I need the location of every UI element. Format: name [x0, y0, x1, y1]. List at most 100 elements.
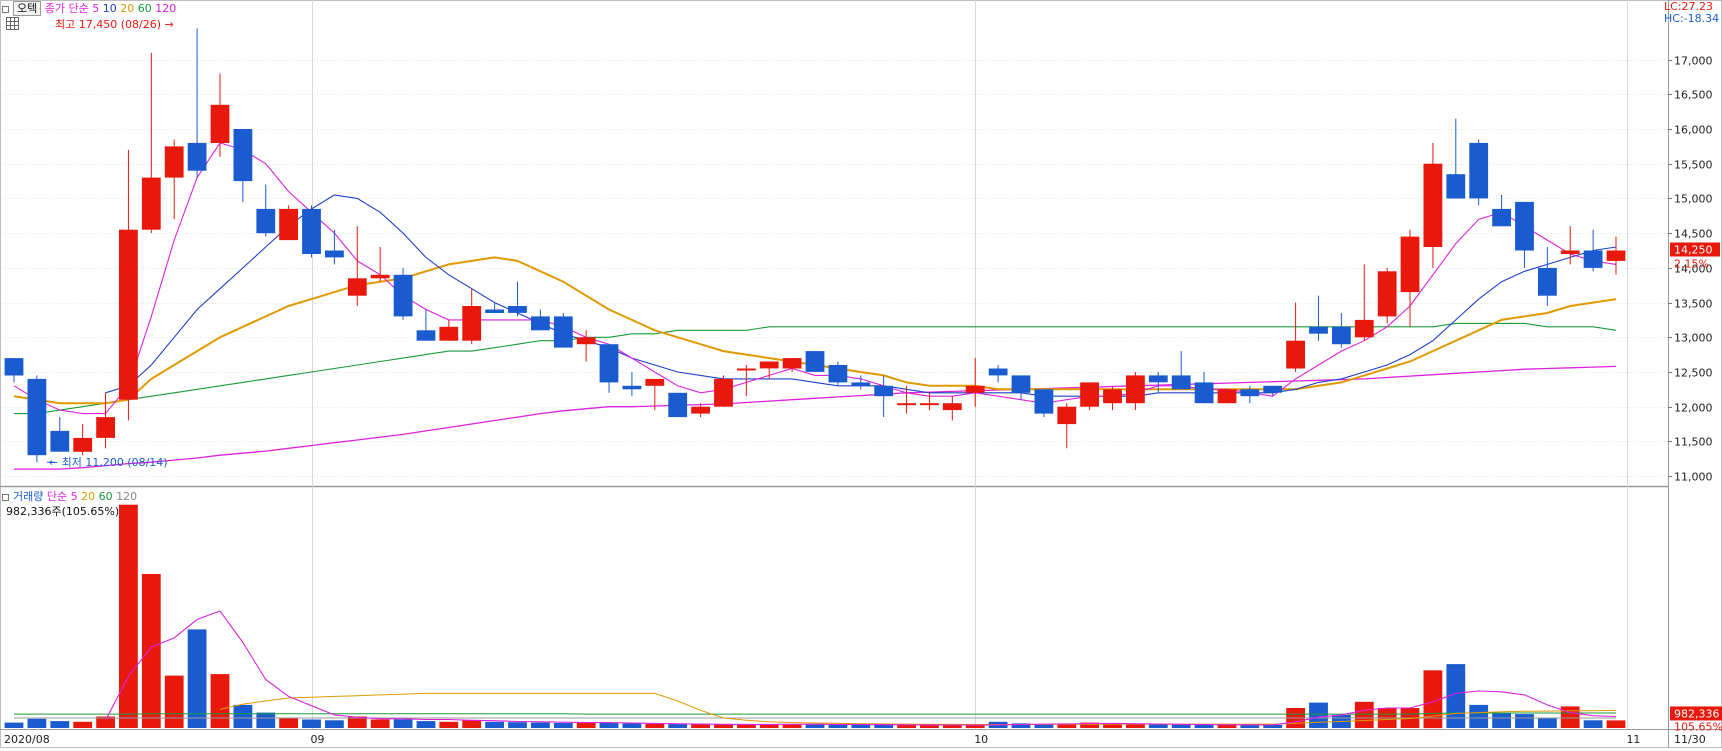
- x-tick-label: 11: [1626, 733, 1640, 746]
- x-tick-label: 2020/08: [4, 733, 50, 746]
- price-tick-label: 16,500: [1674, 89, 1713, 102]
- price-legend-period-120[interactable]: 120: [155, 2, 176, 15]
- volume-bar: [325, 720, 344, 728]
- price-candle-body: [828, 365, 848, 383]
- price-candle-body: [988, 368, 1008, 376]
- volume-legend: 거래량 단순 5 20 60 120: [2, 488, 137, 504]
- price-candle-body: [1583, 250, 1603, 268]
- volume-bar: [233, 704, 253, 728]
- price-candle-body: [622, 385, 642, 390]
- volume-bar: [1515, 714, 1534, 728]
- volume-bar: [599, 722, 619, 728]
- hc-label: HC:-18.34: [1664, 12, 1720, 25]
- price-candle-body: [96, 417, 115, 438]
- volume-bar: [553, 723, 573, 728]
- price-tick-label: 11,500: [1674, 436, 1713, 449]
- stock-name-button[interactable]: 오텍: [13, 1, 42, 16]
- volume-legend-name[interactable]: 거래량: [13, 490, 43, 503]
- price-candle-body: [1011, 375, 1031, 393]
- price-candle-body: [1148, 375, 1168, 383]
- x-tick-label: 11/30: [1674, 733, 1706, 746]
- price-tick-label: 14,500: [1674, 228, 1713, 241]
- volume-bar: [645, 723, 665, 728]
- volume-bar: [439, 721, 459, 728]
- current-change-text: 2.15%: [1674, 258, 1709, 271]
- price-candle-body: [1309, 326, 1328, 334]
- price-candle-body: [1606, 250, 1626, 261]
- price-tick-label: 13,500: [1674, 298, 1713, 311]
- stock-chart[interactable]: 17,000 16,500 16,000 15,500 15,000 14,500 14,0…: [0, 0, 1722, 748]
- price-legend-period-5[interactable]: 5: [92, 2, 99, 15]
- volume-bar: [1148, 724, 1168, 728]
- volume-bar: [920, 725, 939, 728]
- price-candle-body: [119, 229, 138, 400]
- price-candle-body: [50, 430, 70, 452]
- price-tick-label: 17,000: [1674, 55, 1713, 68]
- current-volume-pct-text: 105.65%: [1674, 720, 1722, 733]
- price-tick-label: 15,500: [1674, 159, 1713, 172]
- low-annotation-text: ← 최저 11,200 (08/14): [49, 456, 168, 469]
- price-candle-body: [508, 306, 527, 313]
- volume-bar: [874, 724, 894, 728]
- volume-bar: [4, 722, 24, 728]
- volume-bar: [1217, 724, 1237, 728]
- price-candle-body: [256, 208, 276, 234]
- volume-bar: [1240, 725, 1260, 728]
- price-candle-body: [1103, 389, 1122, 404]
- volume-bar: [210, 674, 230, 728]
- price-candle-body: [416, 330, 436, 341]
- price-candle-body: [1377, 271, 1397, 317]
- volume-bar: [668, 724, 688, 728]
- volume-legend-period-60[interactable]: 60: [99, 490, 113, 503]
- price-candle-body: [325, 250, 344, 258]
- right-arrow-icon: →: [164, 18, 174, 31]
- volume-bar: [1560, 706, 1580, 728]
- volume-bar: [141, 574, 161, 728]
- price-candle-body: [1240, 389, 1260, 397]
- price-legend-period-10[interactable]: 10: [103, 2, 117, 15]
- volume-legend-period-5[interactable]: 5: [71, 490, 78, 503]
- price-candle-body: [920, 403, 939, 406]
- price-candle-body: [141, 177, 161, 230]
- price-candle-body: [1080, 382, 1099, 407]
- price-candle-body: [1400, 236, 1420, 293]
- volume-bar: [1538, 718, 1557, 728]
- volume-bar: [576, 723, 596, 728]
- price-tick-label: 11,000: [1674, 471, 1713, 484]
- current-volume-text: 982,336: [1674, 707, 1720, 720]
- volume-bar: [1171, 724, 1191, 728]
- stock-chart-svg[interactable]: 17,00016,50016,00015,50015,00014,50014,0…: [0, 0, 1722, 748]
- price-legend-period-20[interactable]: 20: [120, 2, 134, 15]
- volume-legend-period-20[interactable]: 20: [81, 490, 95, 503]
- price-candle-body: [737, 368, 756, 371]
- grid-toggle-icon[interactable]: [6, 17, 19, 33]
- volume-bar: [508, 722, 527, 728]
- price-legend-period-60[interactable]: 60: [138, 2, 152, 15]
- price-legend: 오텍 종가 단순 5 10 20 60 120: [2, 0, 176, 16]
- price-candle-body: [393, 274, 413, 317]
- price-candle-body: [370, 274, 390, 279]
- price-candle-body: [1286, 340, 1305, 369]
- volume-annotation: 982,336주(105.65%): [6, 505, 120, 518]
- volume-bar: [119, 504, 138, 728]
- volume-bar: [1194, 724, 1214, 728]
- volume-legend-ma-kind: 단순: [46, 490, 68, 503]
- volume-bar: [462, 720, 482, 728]
- high-annotation-text: 최고 17,450 (08/26): [55, 18, 162, 31]
- volume-bar: [27, 718, 47, 728]
- price-legend-ma-kind: 단순: [68, 2, 89, 15]
- volume-bar: [256, 712, 276, 728]
- price-tick-label: 13,000: [1674, 332, 1713, 345]
- high-annotation: 최고 17,450 (08/26) →: [55, 16, 174, 32]
- price-candle-body: [714, 378, 733, 407]
- volume-legend-period-120[interactable]: 120: [116, 490, 137, 503]
- price-candle-body: [210, 104, 230, 143]
- volume-bar: [393, 719, 413, 728]
- price-candle-body: [485, 309, 504, 313]
- price-candle-body: [851, 382, 871, 386]
- volume-bar: [942, 725, 962, 728]
- volume-bar: [1583, 720, 1603, 728]
- price-candle-body: [965, 385, 985, 393]
- price-ma20-line: [13, 256, 1617, 405]
- price-tick-label: 12,500: [1674, 367, 1713, 380]
